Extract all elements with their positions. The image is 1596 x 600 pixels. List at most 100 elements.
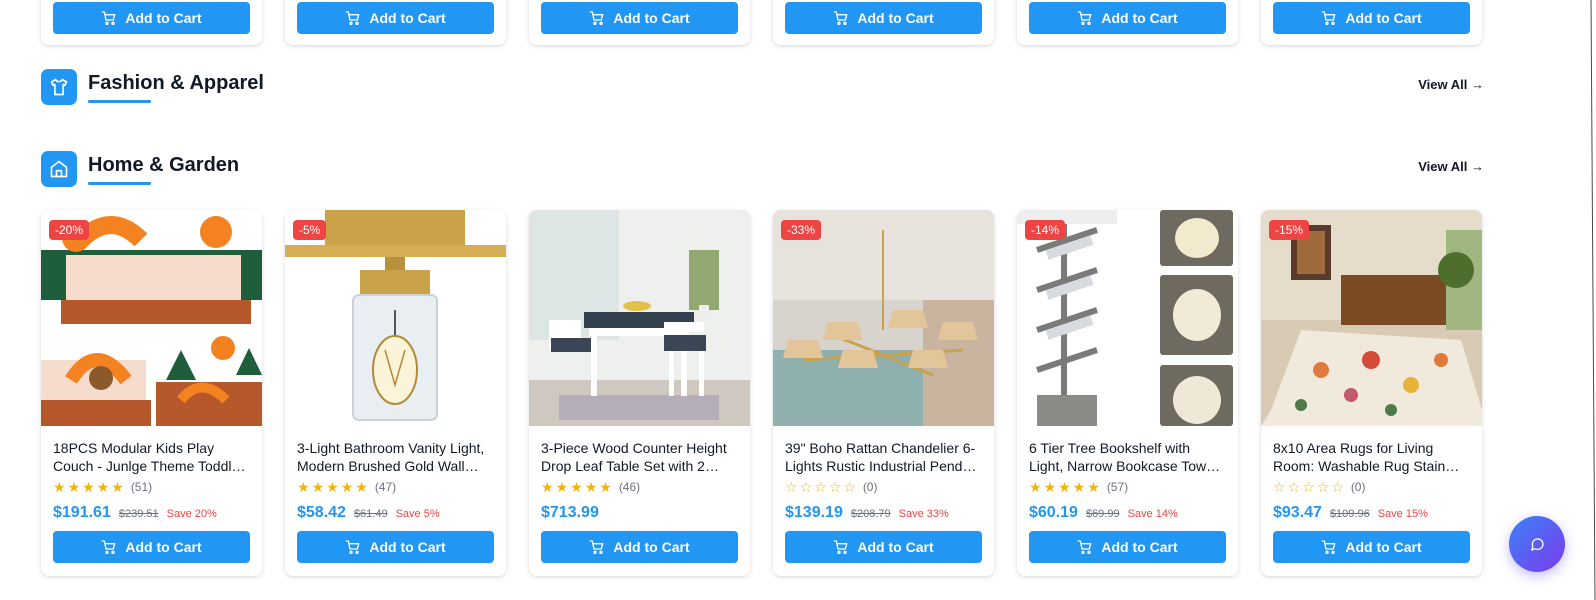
product-name[interactable]: 3-Light Bathroom Vanity Light, Modern Br…: [285, 439, 506, 475]
star-full-icon: ★: [96, 479, 110, 495]
chat-button[interactable]: [1509, 516, 1565, 572]
product-name[interactable]: 3-Piece Wood Counter Height Drop Leaf Ta…: [529, 439, 750, 475]
star-empty-icon: ☆: [1273, 479, 1286, 495]
add-to-cart-label: Add to Cart: [1101, 539, 1178, 555]
star-empty-icon: ☆: [1302, 479, 1315, 495]
product-card[interactable]: -20% 18PCS Modular Kids Play Couch - Jun…: [41, 210, 262, 576]
product-name[interactable]: 39" Boho Rattan Chandelier 6-Lights Rust…: [773, 439, 994, 475]
star-empty-icon: ☆: [1316, 479, 1330, 495]
product-card: Add to Cart: [773, 0, 994, 45]
product-card[interactable]: -33% 39" Boho Rattan Chandelier 6-Lights…: [773, 210, 994, 576]
title-underline: [88, 182, 151, 185]
star-empty-icon: ☆: [785, 479, 798, 495]
star-empty-icon: ☆: [828, 479, 842, 495]
product-image[interactable]: -15%: [1261, 210, 1482, 426]
star-half-icon: ★: [599, 479, 612, 495]
product-card: Add to Cart: [1261, 0, 1482, 45]
product-card: Add to Cart: [1017, 0, 1238, 45]
section-header-home-garden: Home & Garden View All →: [41, 151, 1484, 191]
current-price: $58.42: [297, 504, 346, 521]
current-price: $93.47: [1273, 504, 1322, 521]
kids-couch-image: [41, 210, 262, 426]
product-card: Add to Cart: [285, 0, 506, 45]
add-to-cart-label: Add to Cart: [125, 539, 202, 555]
original-price: $69.99: [1085, 508, 1120, 520]
star-full-icon: ★: [1029, 479, 1042, 495]
star-full-icon: ★: [82, 479, 95, 495]
add-to-cart-button[interactable]: Add to Cart: [785, 2, 982, 34]
add-to-cart-label: Add to Cart: [1345, 10, 1422, 26]
price-block: $191.61 $239.51 Save 20%: [41, 504, 262, 524]
add-to-cart-label: Add to Cart: [613, 539, 690, 555]
product-image[interactable]: [529, 210, 750, 426]
vanity-light-image: [285, 210, 506, 426]
product-image[interactable]: -14%: [1017, 210, 1238, 426]
star-full-icon: ★: [584, 479, 598, 495]
discount-badge: -33%: [781, 220, 822, 240]
product-image[interactable]: -20%: [41, 210, 262, 426]
previous-section-row: Add to Cart Add to Cart Add to Cart Add …: [41, 0, 1482, 45]
add-to-cart-button[interactable]: Add to Cart: [53, 2, 250, 34]
current-price: $713.99: [541, 504, 599, 521]
product-card[interactable]: 3-Piece Wood Counter Height Drop Leaf Ta…: [529, 210, 750, 576]
add-to-cart-button[interactable]: Add to Cart: [541, 531, 738, 563]
cart-icon: [102, 540, 116, 554]
add-to-cart-label: Add to Cart: [857, 10, 934, 26]
shirt-icon: [41, 69, 77, 105]
add-to-cart-label: Add to Cart: [857, 539, 934, 555]
star-full-icon: ★: [541, 479, 554, 495]
star-full-icon: ★: [1072, 479, 1086, 495]
view-all-link[interactable]: View All →: [1418, 159, 1484, 174]
current-price: $191.61: [53, 504, 111, 521]
add-to-cart-button[interactable]: Add to Cart: [541, 2, 738, 34]
product-name[interactable]: 8x10 Area Rugs for Living Room: Washable…: [1261, 439, 1482, 475]
star-rating: ★ ★ ★ ★ ★ (47): [285, 479, 506, 495]
current-price: $60.19: [1029, 504, 1078, 521]
scrollbar[interactable]: [1590, 0, 1596, 600]
add-to-cart-label: Add to Cart: [369, 10, 446, 26]
product-image[interactable]: -33%: [773, 210, 994, 426]
star-empty-icon: ☆: [843, 479, 856, 495]
original-price: $239.51: [118, 508, 159, 520]
chandelier-image: [773, 210, 994, 426]
star-half-icon: ★: [111, 479, 124, 495]
star-full-icon: ★: [53, 479, 66, 495]
section-title: Home & Garden: [88, 154, 240, 176]
cart-icon: [102, 11, 116, 25]
star-empty-icon: ☆: [1287, 479, 1301, 495]
area-rug-image: [1261, 210, 1482, 426]
review-count: (0): [862, 480, 878, 494]
home-icon: [41, 151, 77, 187]
product-card[interactable]: -5% 3-Light Bathroom Vanity Light, Moder…: [285, 210, 506, 576]
review-count: (47): [374, 480, 397, 494]
product-card: Add to Cart: [41, 0, 262, 45]
add-to-cart-button[interactable]: Add to Cart: [53, 531, 250, 563]
star-empty-icon: ☆: [814, 479, 827, 495]
star-full-icon: ★: [1058, 479, 1071, 495]
section-title: Fashion & Apparel: [88, 72, 264, 94]
add-to-cart-button[interactable]: Add to Cart: [1029, 531, 1226, 563]
product-card[interactable]: -15% 8x10 Area Rugs for Living Room: Was…: [1261, 210, 1482, 576]
add-to-cart-button[interactable]: Add to Cart: [1273, 2, 1470, 34]
cart-icon: [590, 540, 604, 554]
save-label: Save 15%: [1377, 508, 1428, 520]
review-count: (51): [130, 480, 153, 494]
star-rating: ☆ ☆ ☆ ☆ ☆ (0): [773, 479, 994, 495]
add-to-cart-button[interactable]: Add to Cart: [1273, 531, 1470, 563]
product-card[interactable]: -14% 6 Tier Tree Bookshelf with Light, N…: [1017, 210, 1238, 576]
add-to-cart-button[interactable]: Add to Cart: [785, 531, 982, 563]
product-image[interactable]: -5%: [285, 210, 506, 426]
star-rating: ☆ ☆ ☆ ☆ ☆ (0): [1261, 479, 1482, 495]
product-name[interactable]: 18PCS Modular Kids Play Couch - Junlge T…: [41, 439, 262, 475]
product-name[interactable]: 6 Tier Tree Bookshelf with Light, Narrow…: [1017, 439, 1238, 475]
add-to-cart-button[interactable]: Add to Cart: [297, 531, 494, 563]
add-to-cart-label: Add to Cart: [1345, 539, 1422, 555]
add-to-cart-button[interactable]: Add to Cart: [1029, 2, 1226, 34]
view-all-link[interactable]: View All →: [1418, 77, 1484, 92]
discount-badge: -20%: [49, 220, 90, 240]
cart-icon: [1322, 540, 1336, 554]
add-to-cart-button[interactable]: Add to Cart: [297, 2, 494, 34]
original-price: $109.96: [1329, 508, 1370, 520]
star-half-icon: ★: [1087, 479, 1100, 495]
star-full-icon: ★: [340, 479, 354, 495]
